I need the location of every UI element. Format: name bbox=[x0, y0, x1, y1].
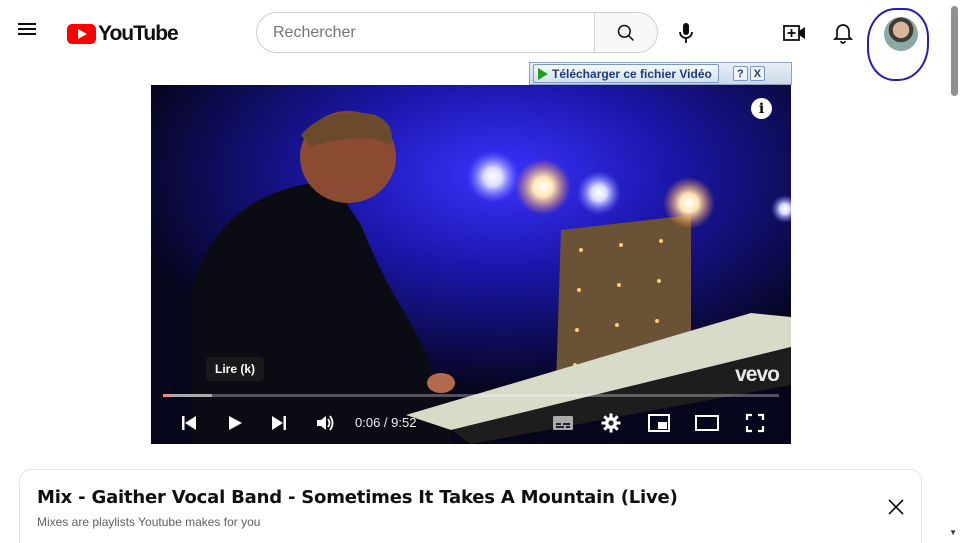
progress-bar[interactable] bbox=[163, 394, 779, 397]
youtube-play-logo-icon bbox=[67, 24, 96, 44]
mix-subtitle: Mixes are playlists Youtube makes for yo… bbox=[37, 515, 261, 529]
next-button[interactable] bbox=[265, 409, 293, 437]
play-icon bbox=[229, 416, 242, 430]
next-icon bbox=[272, 416, 286, 430]
video-frame bbox=[151, 85, 791, 444]
voice-search-button[interactable] bbox=[673, 20, 699, 46]
mix-title[interactable]: Mix - Gaither Vocal Band - Sometimes It … bbox=[37, 487, 678, 508]
masthead: YouTube bbox=[0, 0, 960, 81]
previous-button[interactable] bbox=[175, 409, 203, 437]
previous-icon bbox=[182, 416, 196, 430]
theater-mode-icon bbox=[695, 415, 719, 431]
settings-button[interactable] bbox=[597, 409, 625, 437]
mic-icon bbox=[679, 23, 693, 43]
logo-text: YouTube bbox=[98, 22, 179, 45]
play-button[interactable] bbox=[221, 409, 249, 437]
fullscreen-icon bbox=[745, 413, 765, 433]
mix-playlist-panel: Mix - Gaither Vocal Band - Sometimes It … bbox=[19, 469, 922, 543]
green-play-icon bbox=[538, 67, 548, 80]
search-icon bbox=[617, 24, 635, 41]
search-box bbox=[256, 12, 658, 53]
download-toolbar: Télécharger ce fichier Vidéo ? X bbox=[529, 62, 792, 85]
theater-mode-button[interactable] bbox=[693, 409, 721, 437]
create-video-icon bbox=[783, 25, 805, 41]
time-display: 0:06 / 9:52 bbox=[355, 415, 417, 430]
gear-icon bbox=[601, 413, 621, 433]
info-icon[interactable]: i bbox=[751, 98, 772, 119]
help-button[interactable]: ? bbox=[732, 66, 748, 81]
mute-button[interactable] bbox=[311, 409, 339, 437]
download-video-button[interactable]: Télécharger ce fichier Vidéo bbox=[533, 64, 719, 83]
subtitles-button[interactable] bbox=[549, 409, 577, 437]
page-scrollbar[interactable]: ▼ bbox=[949, 0, 958, 543]
search-input[interactable] bbox=[257, 13, 594, 52]
close-toolbar-button[interactable]: X bbox=[749, 66, 765, 81]
search-button[interactable] bbox=[594, 13, 657, 52]
miniplayer-button[interactable] bbox=[645, 409, 673, 437]
youtube-page: YouTube ▼ Télécharger ce fichier bbox=[0, 0, 960, 543]
fullscreen-button[interactable] bbox=[741, 409, 769, 437]
video-player[interactable]: i vevo Lire (k) 0:06 / 9:52 bbox=[151, 85, 791, 444]
youtube-logo[interactable]: YouTube bbox=[67, 22, 179, 46]
bell-icon bbox=[833, 24, 853, 44]
avatar bbox=[884, 17, 918, 51]
player-controls: 0:06 / 9:52 bbox=[151, 403, 791, 443]
vevo-watermark: vevo bbox=[735, 363, 780, 386]
volume-icon bbox=[317, 415, 334, 431]
miniplayer-icon bbox=[648, 414, 670, 432]
close-playlist-button[interactable] bbox=[886, 497, 906, 517]
progress-buffered bbox=[163, 394, 213, 397]
account-button[interactable] bbox=[880, 14, 922, 56]
scrollbar-thumb[interactable] bbox=[951, 6, 958, 96]
download-label: Télécharger ce fichier Vidéo bbox=[552, 66, 712, 81]
subtitles-icon bbox=[553, 416, 573, 430]
notifications-button[interactable] bbox=[830, 20, 856, 46]
menu-icon[interactable] bbox=[18, 20, 44, 46]
create-button[interactable] bbox=[782, 20, 808, 46]
play-tooltip: Lire (k) bbox=[206, 357, 265, 381]
close-icon bbox=[888, 499, 904, 515]
scroll-down-arrow-icon[interactable]: ▼ bbox=[949, 528, 957, 537]
